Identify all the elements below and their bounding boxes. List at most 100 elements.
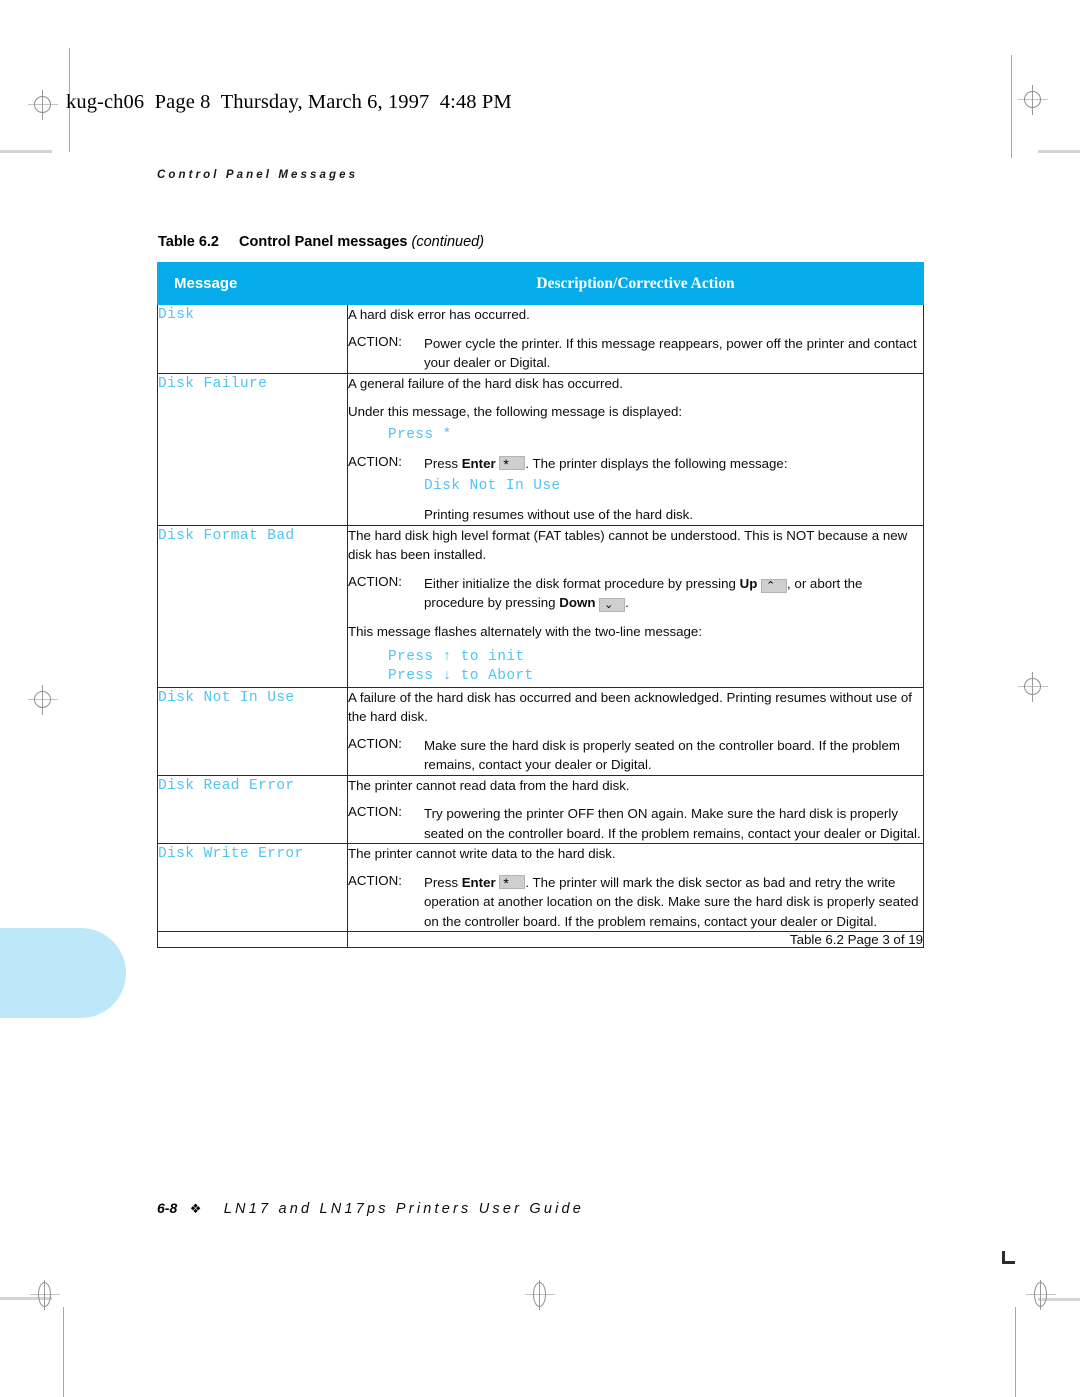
action-block: ACTION: Make sure the hard disk is prope…: [348, 736, 923, 775]
crop-rule-top-right: [1038, 150, 1080, 153]
down-key-icon: ⌄: [599, 598, 626, 613]
action-block: ACTION: Try powering the printer OFF the…: [348, 804, 923, 843]
message-cell: Disk: [157, 304, 348, 374]
action-text-pre: Press: [424, 456, 462, 472]
action-block: ACTION: Press Enter *. The printer will …: [348, 873, 923, 932]
trim-line-right-bottom: [1015, 1307, 1016, 1397]
message-cell: Disk Not In Use: [157, 686, 348, 776]
key-name-down: Down: [559, 595, 596, 611]
document-page: kug-ch06 Page 8 Thursday, March 6, 1997 …: [0, 0, 1080, 1397]
table-footer-blank: [157, 931, 348, 949]
display-message: Disk Not In Use: [424, 477, 561, 494]
registration-mark-top-left: [28, 90, 58, 120]
table-row: Disk Write Error The printer cannot writ…: [157, 843, 924, 933]
description-cell: A failure of the hard disk has occurred …: [347, 686, 924, 776]
action-text: Try powering the printer OFF then ON aga…: [424, 806, 921, 841]
table-row: Disk Failure A general failure of the ha…: [157, 372, 924, 526]
action-text: Either initialize the disk format proced…: [424, 574, 923, 613]
description-cell: The printer cannot write data to the har…: [347, 843, 924, 933]
table-header-row: Message Description/Corrective Action: [157, 262, 924, 305]
description-paragraph: Under this message, the following messag…: [348, 404, 683, 420]
description-paragraph: Printing resumes without use of the hard…: [424, 507, 694, 523]
description-cell: A hard disk error has occurred. ACTION: …: [347, 304, 924, 374]
action-text-pre: Press: [424, 874, 462, 890]
page-number: 6-8: [157, 1200, 178, 1216]
action-label: ACTION:: [348, 872, 402, 888]
message-code: Disk Not In Use: [158, 689, 295, 706]
message-code: Disk: [158, 307, 195, 323]
table-footer-row: Table 6.2 Page 3 of 19: [157, 931, 924, 949]
action-text: Press Enter *. The printer displays the …: [424, 454, 923, 474]
message-cell: Disk Format Bad: [157, 524, 348, 688]
description-cell: The hard disk high level format (FAT tab…: [347, 524, 924, 688]
message-code: Disk Write Error: [158, 846, 304, 863]
caption-number: 6.2: [198, 234, 219, 250]
action-block: ACTION: Either initialize the disk forma…: [348, 574, 923, 613]
guide-title: LN17 and LN17ps Printers User Guide: [223, 1201, 585, 1217]
enter-key-icon: *: [499, 456, 526, 472]
description-paragraph: The printer cannot read data from the ha…: [348, 777, 630, 793]
description-paragraph: The printer cannot write data to the har…: [348, 846, 616, 862]
description-paragraph: A general failure of the hard disk has o…: [348, 375, 623, 391]
table-body: Disk A hard disk error has occurred. ACT…: [157, 304, 924, 949]
description-paragraph: A failure of the hard disk has occurred …: [348, 689, 912, 725]
table-row: Disk Format Bad The hard disk high level…: [157, 524, 924, 688]
description-paragraph: The hard disk high level format (FAT tab…: [348, 527, 908, 563]
running-head: Control Panel Messages: [157, 169, 359, 181]
message-cell: Disk Write Error: [157, 843, 348, 933]
registration-mark-top-right: [1018, 85, 1048, 115]
frame-header-line: kug-ch06 Page 8 Thursday, March 6, 1997 …: [66, 91, 512, 113]
registration-mark-bottom-left: [30, 1280, 60, 1310]
bleed-tab: [0, 928, 126, 1018]
column-header-description: Description/Corrective Action: [347, 262, 924, 305]
corner-crop-mark: [1002, 1251, 1015, 1264]
column-header-message: Message: [157, 262, 348, 305]
registration-mark-middle-left: [28, 685, 58, 715]
crop-rule-top-left: [0, 150, 52, 153]
action-block: ACTION: Power cycle the printer. If this…: [348, 334, 923, 373]
display-message: Press ↓ to Abort: [388, 668, 534, 685]
table-row: Disk Not In Use A failure of the hard di…: [157, 686, 924, 776]
action-text-part3: .: [625, 595, 629, 611]
trim-line-right-top: [1011, 55, 1012, 158]
action-text: Make sure the hard disk is properly seat…: [424, 737, 900, 773]
table-footer-note: Table 6.2 Page 3 of 19: [347, 931, 924, 949]
action-block: ACTION: Press Enter *. The printer displ…: [348, 454, 923, 474]
registration-mark-bottom-right: [1026, 1280, 1056, 1310]
display-message: Press ↑ to init: [388, 648, 525, 665]
message-code: Disk Failure: [158, 375, 268, 392]
action-text-part1: Either initialize the disk format proced…: [424, 575, 740, 591]
table-row: Disk Read Error The printer cannot read …: [157, 774, 924, 845]
message-code: Disk Format Bad: [158, 527, 295, 544]
registration-mark-middle-right: [1018, 672, 1048, 702]
key-name-up: Up: [739, 575, 758, 591]
display-message: Press *: [388, 426, 452, 443]
action-label: ACTION:: [348, 735, 402, 751]
key-name-enter: Enter: [461, 874, 496, 890]
action-label: ACTION:: [348, 573, 402, 589]
action-text-post: . The printer displays the following mes…: [525, 456, 788, 472]
description-cell: The printer cannot read data from the ha…: [347, 774, 924, 845]
table-row: Disk A hard disk error has occurred. ACT…: [157, 304, 924, 374]
enter-key-icon: *: [499, 874, 526, 890]
message-code: Disk Read Error: [158, 777, 295, 794]
action-text-post: . The printer will mark the disk sector …: [424, 874, 919, 929]
trim-line-left-bottom: [63, 1307, 64, 1397]
caption-label: Table: [158, 234, 195, 250]
fleuron-icon: ❖: [189, 1202, 202, 1217]
message-cell: Disk Failure: [157, 372, 348, 526]
action-label: ACTION:: [348, 454, 402, 470]
up-key-icon: ⌃: [761, 578, 788, 593]
page-footer: 6-8 ❖ LN17 and LN17ps Printers User Guid…: [157, 1200, 584, 1218]
caption-continued: (continued): [411, 234, 485, 250]
description-cell: A general failure of the hard disk has o…: [347, 372, 924, 526]
key-name-enter: Enter: [461, 456, 496, 472]
table-caption: Table 6.2 Control Panel messages (contin…: [158, 234, 484, 250]
action-text: Press Enter *. The printer will mark the…: [424, 873, 923, 932]
message-cell: Disk Read Error: [157, 774, 348, 845]
action-text: Power cycle the printer. If this message…: [424, 335, 917, 371]
action-label: ACTION:: [348, 804, 402, 820]
registration-mark-bottom-center: [525, 1280, 555, 1310]
action-label: ACTION:: [348, 333, 402, 349]
description-paragraph: This message flashes alternately with th…: [348, 623, 703, 639]
